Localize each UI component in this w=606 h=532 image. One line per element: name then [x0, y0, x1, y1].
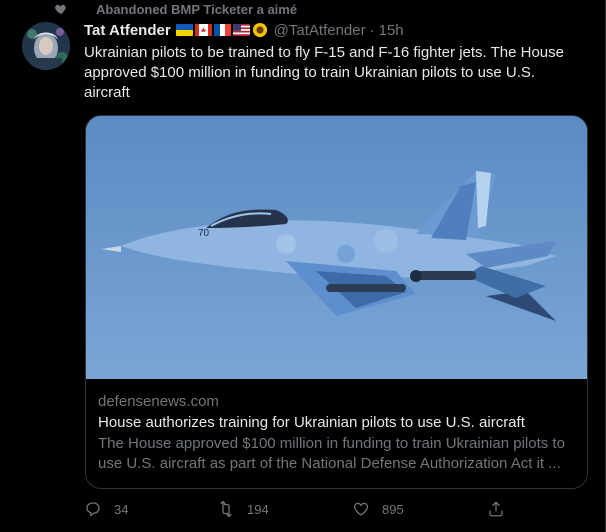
link-card[interactable]: 70 defensenews.com House authorizes trai…	[85, 115, 588, 489]
card-domain: defensenews.com	[98, 393, 219, 410]
tweet-header: Tat Atfender @TatAtfender · 15h	[84, 20, 404, 40]
card-body: defensenews.com House authorizes trainin…	[98, 392, 583, 474]
card-title: House authorizes training for Ukrainian …	[98, 414, 525, 431]
retweet-button[interactable]: 194	[217, 500, 269, 518]
user-handle[interactable]: @TatAtfender	[274, 22, 366, 39]
svg-text:70: 70	[198, 228, 210, 239]
name-emojis	[175, 22, 268, 38]
social-context-text: Abandoned BMP Ticketer a aimé	[96, 1, 298, 17]
share-icon	[489, 501, 503, 517]
france-flag	[213, 24, 231, 36]
retweet-count: 194	[247, 501, 269, 517]
like-count: 895	[382, 501, 404, 517]
reply-icon	[86, 502, 100, 517]
reply-button[interactable]: 34	[84, 500, 128, 518]
ukraine-flag	[175, 24, 193, 36]
card-description: The House approved $100 million in fundi…	[98, 435, 565, 472]
canada-flag	[194, 24, 212, 36]
sunflower	[252, 22, 267, 38]
retweet-icon	[220, 500, 232, 518]
heart-icon	[55, 4, 66, 15]
reply-count: 34	[114, 501, 129, 517]
tweet-timestamp[interactable]: 15h	[379, 22, 404, 39]
display-name[interactable]: Tat Atfender	[84, 22, 171, 39]
avatar-image	[22, 22, 70, 70]
separator-dot: ·	[369, 21, 375, 39]
tweet-text: Ukrainian pilots to be trained to fly F-…	[84, 44, 564, 101]
like-button[interactable]: 895	[352, 500, 404, 518]
usa-flag	[232, 24, 250, 36]
tweet-actions: 34 194 895	[84, 500, 524, 522]
fighter-jet-photo: 70	[86, 116, 587, 379]
share-button[interactable]	[487, 500, 505, 518]
social-context[interactable]: Abandoned BMP Ticketer a aimé	[54, 0, 297, 18]
avatar[interactable]	[22, 22, 70, 70]
like-icon	[353, 502, 369, 516]
